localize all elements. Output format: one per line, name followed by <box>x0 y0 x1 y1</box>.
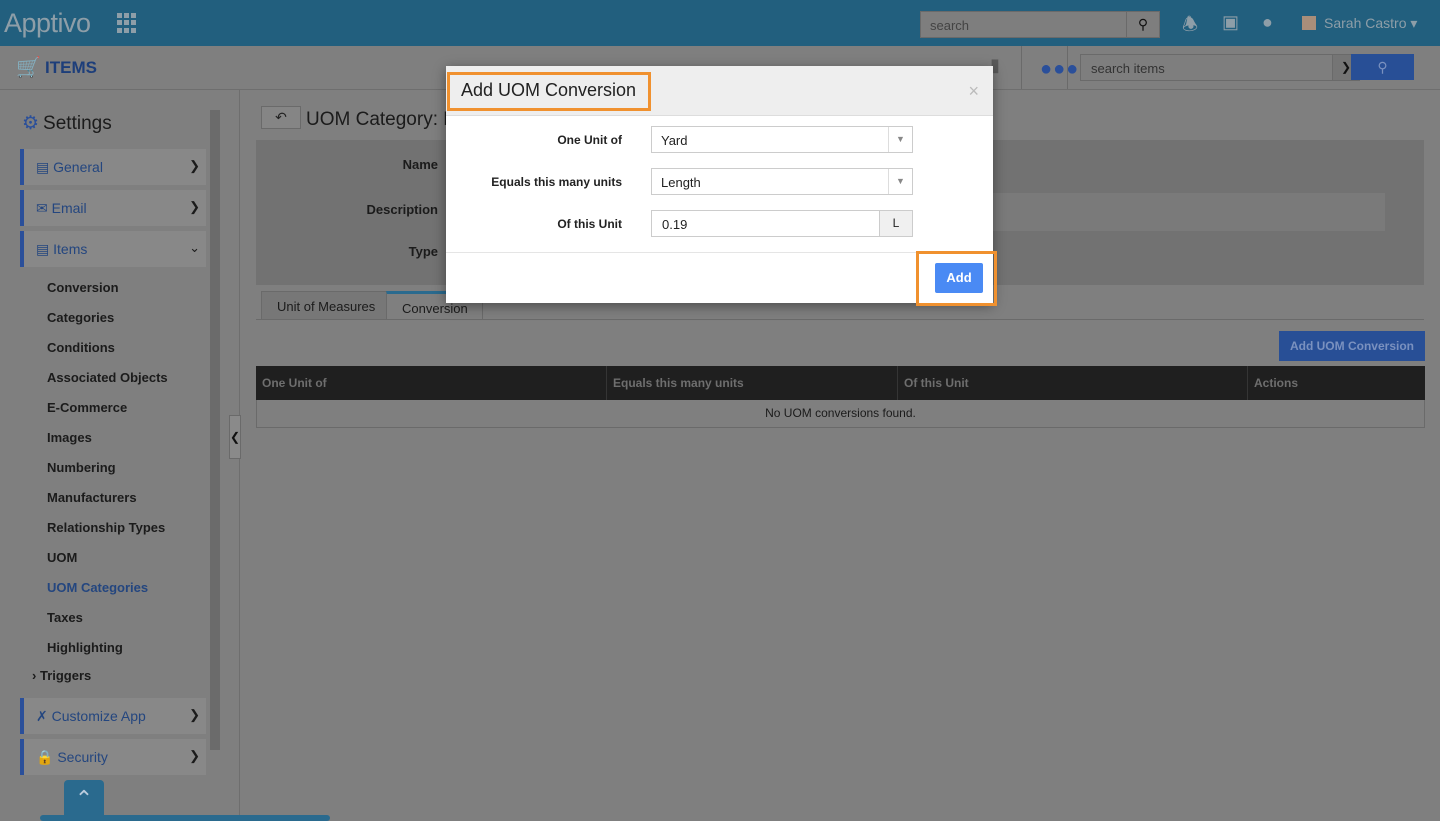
back-button[interactable]: ↶ <box>261 106 301 129</box>
close-icon[interactable]: × <box>968 81 979 102</box>
sidebar-section-security[interactable]: 🔒 Security ❯ <box>20 739 206 775</box>
sidebar-item-conditions[interactable]: Conditions <box>47 340 115 355</box>
more-icon[interactable]: ●●● <box>1040 58 1079 81</box>
items-search-button[interactable]: ⚲ <box>1351 54 1414 80</box>
search-icon[interactable]: ⚲ <box>1126 11 1160 38</box>
column-header: Actions <box>1254 376 1299 390</box>
table-header: One Unit of Equals this many units Of th… <box>256 366 1425 400</box>
caret-down-icon: ▾ <box>1410 15 1418 31</box>
items-search-input[interactable]: search items <box>1080 54 1333 81</box>
dialog-title: Add UOM Conversion <box>461 80 637 100</box>
sidebar-item-e-commerce[interactable]: E-Commerce <box>47 400 127 415</box>
add-uom-conversion-dialog: Add UOM Conversion × One Unit of Yard ▼ E… <box>446 66 997 306</box>
section-label: Email <box>51 200 87 216</box>
sidebar-section-items[interactable]: ▤ Items ⌄ <box>20 231 206 267</box>
description-label: Description <box>366 202 438 217</box>
section-label: Items <box>53 241 88 257</box>
equals-units-select[interactable]: Length ▼ <box>651 168 913 195</box>
sidebar-item-conversion[interactable]: Conversion <box>47 280 119 295</box>
equals-label: Equals this many units <box>491 175 622 189</box>
collapse-sidebar-button[interactable]: ❮ <box>229 415 241 459</box>
apptivo-logo[interactable]: Apptivo <box>4 8 91 39</box>
user-menu[interactable]: Sarah Castro ▾ <box>1302 15 1417 32</box>
column-header[interactable]: One Unit of <box>256 366 607 400</box>
chevron-right-icon: › <box>32 668 37 683</box>
app-name[interactable]: ITEMS <box>45 58 97 78</box>
sidebar-item-highlighting[interactable]: Highlighting <box>47 640 123 655</box>
caret-down-icon: ▼ <box>888 127 912 152</box>
chevron-right-icon: ❯ <box>189 199 200 214</box>
page-title: UOM Category: M <box>306 109 460 130</box>
section-label: Security <box>57 749 108 765</box>
tools-icon: ✗ <box>36 708 52 724</box>
chevron-right-icon: ❯ <box>189 158 200 173</box>
add-button[interactable]: Add <box>935 263 983 293</box>
contacts-icon[interactable]: ● <box>1262 12 1273 33</box>
sidebar-section-customize-app[interactable]: ✗ Customize App ❯ <box>20 698 206 734</box>
sidebar-item-uom-categories[interactable]: UOM Categories <box>47 580 148 595</box>
column-header[interactable]: Of this Unit <box>898 366 1248 400</box>
divider <box>446 252 993 253</box>
sidebar-section-general[interactable]: ▤ General ❯ <box>20 149 206 185</box>
sidebar-item-relationship-types[interactable]: Relationship Types <box>47 520 165 535</box>
sidebar-scrollbar[interactable] <box>210 110 220 750</box>
sidebar-item-taxes[interactable]: Taxes <box>47 610 83 625</box>
sidebar-item-categories[interactable]: Categories <box>47 310 114 325</box>
chevron-right-icon: ❯ <box>189 748 200 763</box>
of-unit-input[interactable]: 0.19 <box>651 210 880 237</box>
store-icon[interactable]: ▣ <box>1222 12 1239 33</box>
one-unit-value: Yard <box>661 133 688 148</box>
app-grid-icon[interactable] <box>117 13 137 33</box>
one-unit-select[interactable]: Yard ▼ <box>651 126 913 153</box>
settings-title: Settings <box>43 113 112 134</box>
section-label: General <box>53 159 103 175</box>
sidebar-item-manufacturers[interactable]: Manufacturers <box>47 490 137 505</box>
type-label: Type <box>408 244 438 259</box>
user-name: Sarah Castro <box>1324 15 1407 31</box>
sidebar-item-uom[interactable]: UOM <box>47 550 77 565</box>
envelope-icon: ✉ <box>36 200 52 216</box>
cart-icon: 🛒 <box>16 57 41 79</box>
chevron-right-icon: ❯ <box>189 707 200 722</box>
divider <box>1021 46 1022 89</box>
of-unit-label: Of this Unit <box>557 217 622 231</box>
chevron-down-icon: ⌄ <box>189 240 200 255</box>
equals-value: Length <box>661 175 701 190</box>
sidebar-item-associated-objects[interactable]: Associated Objects <box>47 370 168 385</box>
sidebar-item-images[interactable]: Images <box>47 430 92 445</box>
monitor-icon: ▤ <box>36 159 54 175</box>
divider <box>256 319 1424 320</box>
unit-suffix: L <box>879 210 913 237</box>
caret-down-icon: ▼ <box>888 169 912 194</box>
sidebar-item-triggers[interactable]: › Triggers <box>32 668 91 683</box>
one-unit-label: One Unit of <box>557 133 622 147</box>
sidebar-section-email[interactable]: ✉ Email ❯ <box>20 190 206 226</box>
tab-unit-of-measures[interactable]: Unit of Measures <box>261 291 392 320</box>
sidebar-item-numbering[interactable]: Numbering <box>47 460 116 475</box>
list-icon: ▤ <box>36 241 54 257</box>
empty-table-message: No UOM conversions found. <box>256 400 1425 428</box>
settings-heading: ⚙ Settings <box>22 112 112 135</box>
avatar <box>1302 16 1316 30</box>
global-search-input[interactable]: search <box>920 11 1127 38</box>
name-label: Name <box>402 157 438 172</box>
triggers-label: Triggers <box>39 668 92 683</box>
lock-icon: 🔒 <box>36 749 58 765</box>
bell-icon[interactable]: 🕭 <box>1182 12 1198 42</box>
bottom-bar <box>40 815 330 821</box>
section-label: Customize App <box>51 708 146 724</box>
add-uom-conversion-button[interactable]: Add UOM Conversion <box>1279 331 1425 361</box>
column-header[interactable]: Equals this many units <box>607 366 898 400</box>
divider <box>1067 46 1068 89</box>
gear-icon: ⚙ <box>22 113 40 134</box>
description-field[interactable] <box>990 193 1385 231</box>
